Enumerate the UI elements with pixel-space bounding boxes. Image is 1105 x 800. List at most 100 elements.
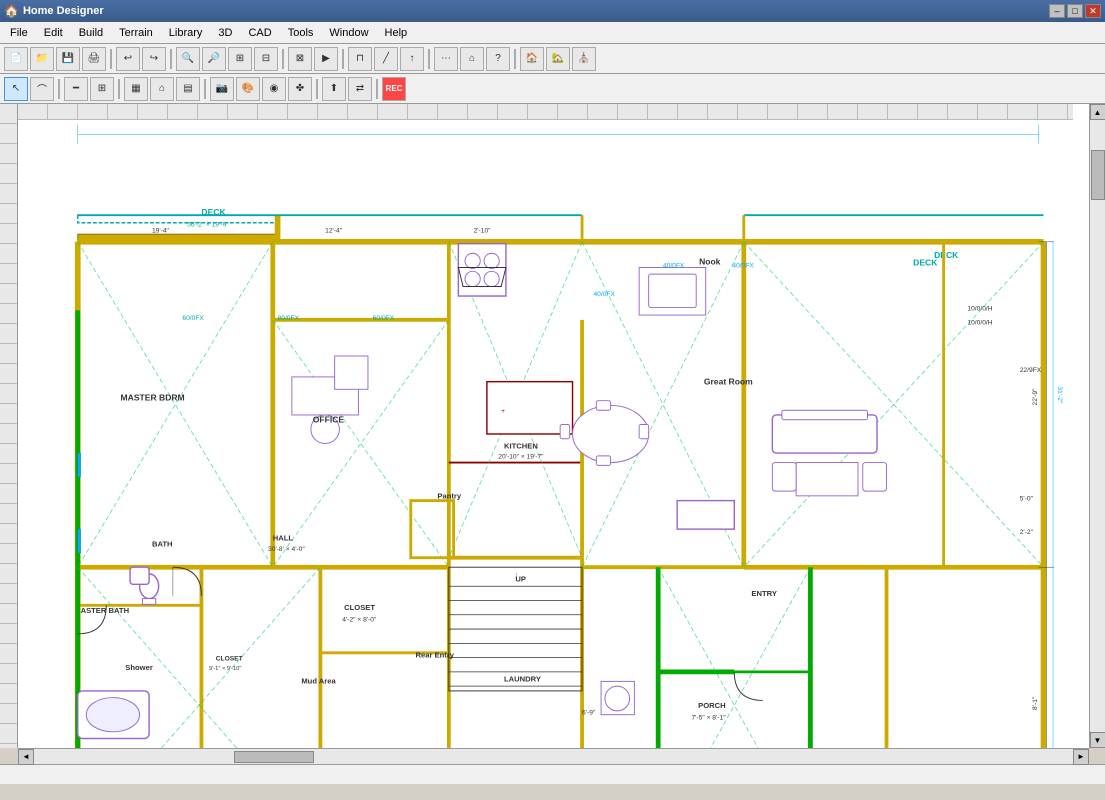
new-button[interactable]: 📄 <box>4 47 28 71</box>
transform-button[interactable]: ⇄ <box>348 77 372 101</box>
roof-button[interactable]: ⌂ <box>460 47 484 71</box>
bottom-scroll-area: ◄ ► <box>18 748 1089 764</box>
select-button[interactable]: ↖ <box>4 77 28 101</box>
maximize-button[interactable]: □ <box>1067 4 1083 18</box>
floor-button[interactable]: ▦ <box>124 77 148 101</box>
line-button[interactable]: ╱ <box>374 47 398 71</box>
svg-text:12'-4": 12'-4" <box>325 227 343 234</box>
menu-terrain[interactable]: Terrain <box>111 25 161 41</box>
stairs-button[interactable]: ⋯ <box>434 47 458 71</box>
roof2-button[interactable]: ⌂ <box>150 77 174 101</box>
toolbar-2: ↖ ⌒ ━ ⊞ ▦ ⌂ ▤ 📷 🎨 ◉ ✤ ⬆ ⇄ REC <box>0 74 1105 104</box>
svg-text:4'-2" × 8'-0": 4'-2" × 8'-0" <box>342 616 377 623</box>
camera2-button[interactable]: 📷 <box>210 77 234 101</box>
house3d-button[interactable]: 🏠 <box>520 47 544 71</box>
scroll-left-arrow[interactable]: ◄ <box>18 749 34 765</box>
svg-text:10/0/0/H: 10/0/0/H <box>967 305 992 312</box>
menu-cad[interactable]: CAD <box>240 25 279 41</box>
toolbar-1: 📄 📁 💾 🖨 ↩ ↪ 🔍 🔎 ⊞ ⊟ ⊠ ▶ ⊓ ╱ ↑ ⋯ ⌂ ? 🏠 🏡 … <box>0 44 1105 74</box>
svg-text:31'-2": 31'-2" <box>1056 386 1063 404</box>
svg-text:CLOSET: CLOSET <box>216 655 243 662</box>
menu-window[interactable]: Window <box>321 25 376 41</box>
svg-text:9'-1" × 9'-10": 9'-1" × 9'-10" <box>209 666 241 672</box>
menu-build[interactable]: Build <box>71 25 111 41</box>
arrow-up-button[interactable]: ↑ <box>400 47 424 71</box>
main-area: DECK 56'-2" × 19'-9" DECK <box>0 104 1105 764</box>
symbol-button[interactable]: ✤ <box>288 77 312 101</box>
menu-tools[interactable]: Tools <box>280 25 322 41</box>
scroll-thumb-horizontal[interactable] <box>234 751 314 763</box>
render-button[interactable]: ⛪ <box>572 47 596 71</box>
separator-6 <box>514 49 516 69</box>
svg-text:OFFICE: OFFICE <box>313 415 345 425</box>
redo-button[interactable]: ↪ <box>142 47 166 71</box>
wall-button[interactable]: ⊓ <box>348 47 372 71</box>
menu-file[interactable]: File <box>2 25 36 41</box>
open-button[interactable]: 📁 <box>30 47 54 71</box>
svg-text:30'-8' × 4'-0": 30'-8' × 4'-0" <box>268 546 305 553</box>
title-bar: 🏠 Home Designer – □ ✕ <box>0 0 1105 22</box>
separator-t2-3 <box>204 79 206 99</box>
zoom-in-button[interactable]: 🔎 <box>202 47 226 71</box>
svg-text:DECK: DECK <box>934 250 959 260</box>
svg-text:↑: ↑ <box>515 573 518 579</box>
zoom-1to1-button[interactable]: ⊟ <box>254 47 278 71</box>
arc-button[interactable]: ⌒ <box>30 77 54 101</box>
svg-text:60/0FX: 60/0FX <box>182 315 204 322</box>
svg-text:40/0FX: 40/0FX <box>732 262 754 269</box>
svg-text:ASTER BATH: ASTER BATH <box>81 606 129 615</box>
scroll-track-horizontal[interactable] <box>34 750 1073 764</box>
svg-text:40/0FX: 40/0FX <box>663 262 685 269</box>
camera-button[interactable]: 🏡 <box>546 47 570 71</box>
svg-text:22/9FX: 22/9FX <box>1020 367 1042 374</box>
view-all-button[interactable]: ⊠ <box>288 47 312 71</box>
separator-t2-1 <box>58 79 60 99</box>
menu-library[interactable]: Library <box>161 25 211 41</box>
zoom-fit-button[interactable]: ⊞ <box>228 47 252 71</box>
draw-line-button[interactable]: ━ <box>64 77 88 101</box>
scroll-thumb-vertical[interactable] <box>1091 150 1105 200</box>
menu-3d[interactable]: 3D <box>210 25 240 41</box>
svg-text:LAUNDRY: LAUNDRY <box>504 674 541 683</box>
svg-text:Nook: Nook <box>699 257 721 267</box>
zoom-out-button[interactable]: 🔍 <box>176 47 200 71</box>
separator-5 <box>428 49 430 69</box>
texture-button[interactable]: ◉ <box>262 77 286 101</box>
svg-text:HALL: HALL <box>273 534 294 543</box>
paint-button[interactable]: 🎨 <box>236 77 260 101</box>
close-button[interactable]: ✕ <box>1085 4 1101 18</box>
help-button[interactable]: ? <box>486 47 510 71</box>
title-bar-controls: – □ ✕ <box>1049 4 1101 18</box>
menu-help[interactable]: Help <box>377 25 416 41</box>
separator-4 <box>342 49 344 69</box>
separator-3 <box>282 49 284 69</box>
svg-text:Rear Entry: Rear Entry <box>416 651 455 660</box>
arrow-button[interactable]: ⬆ <box>322 77 346 101</box>
scroll-right-arrow[interactable]: ► <box>1073 749 1089 765</box>
undo-button[interactable]: ↩ <box>116 47 140 71</box>
menu-edit[interactable]: Edit <box>36 25 71 41</box>
scroll-up-arrow[interactable]: ▲ <box>1090 104 1105 120</box>
dimension-button[interactable]: ⊞ <box>90 77 114 101</box>
save-button[interactable]: 💾 <box>56 47 80 71</box>
svg-text:22'-9": 22'-9" <box>1032 388 1039 406</box>
scroll-track-vertical[interactable] <box>1091 120 1105 732</box>
svg-text:8'-1": 8'-1" <box>1032 696 1039 710</box>
svg-text:6'-9": 6'-9" <box>582 710 596 717</box>
left-panel <box>0 104 18 748</box>
view-next-button[interactable]: ▶ <box>314 47 338 71</box>
svg-text:19'-4": 19'-4" <box>152 227 170 234</box>
svg-text:CLOSET: CLOSET <box>344 603 375 612</box>
material-button[interactable]: ▤ <box>176 77 200 101</box>
svg-text:+: + <box>501 408 505 415</box>
print-button[interactable]: 🖨 <box>82 47 106 71</box>
svg-text:7'-5" × 8'-1": 7'-5" × 8'-1" <box>691 714 726 721</box>
record-button[interactable]: REC <box>382 77 406 101</box>
minimize-button[interactable]: – <box>1049 4 1065 18</box>
separator-1 <box>110 49 112 69</box>
separator-t2-2 <box>118 79 120 99</box>
svg-text:ENTRY: ENTRY <box>751 589 777 598</box>
canvas-area[interactable]: DECK 56'-2" × 19'-9" DECK <box>18 104 1089 748</box>
svg-text:DECK: DECK <box>913 258 938 268</box>
scroll-down-arrow[interactable]: ▼ <box>1090 732 1105 748</box>
